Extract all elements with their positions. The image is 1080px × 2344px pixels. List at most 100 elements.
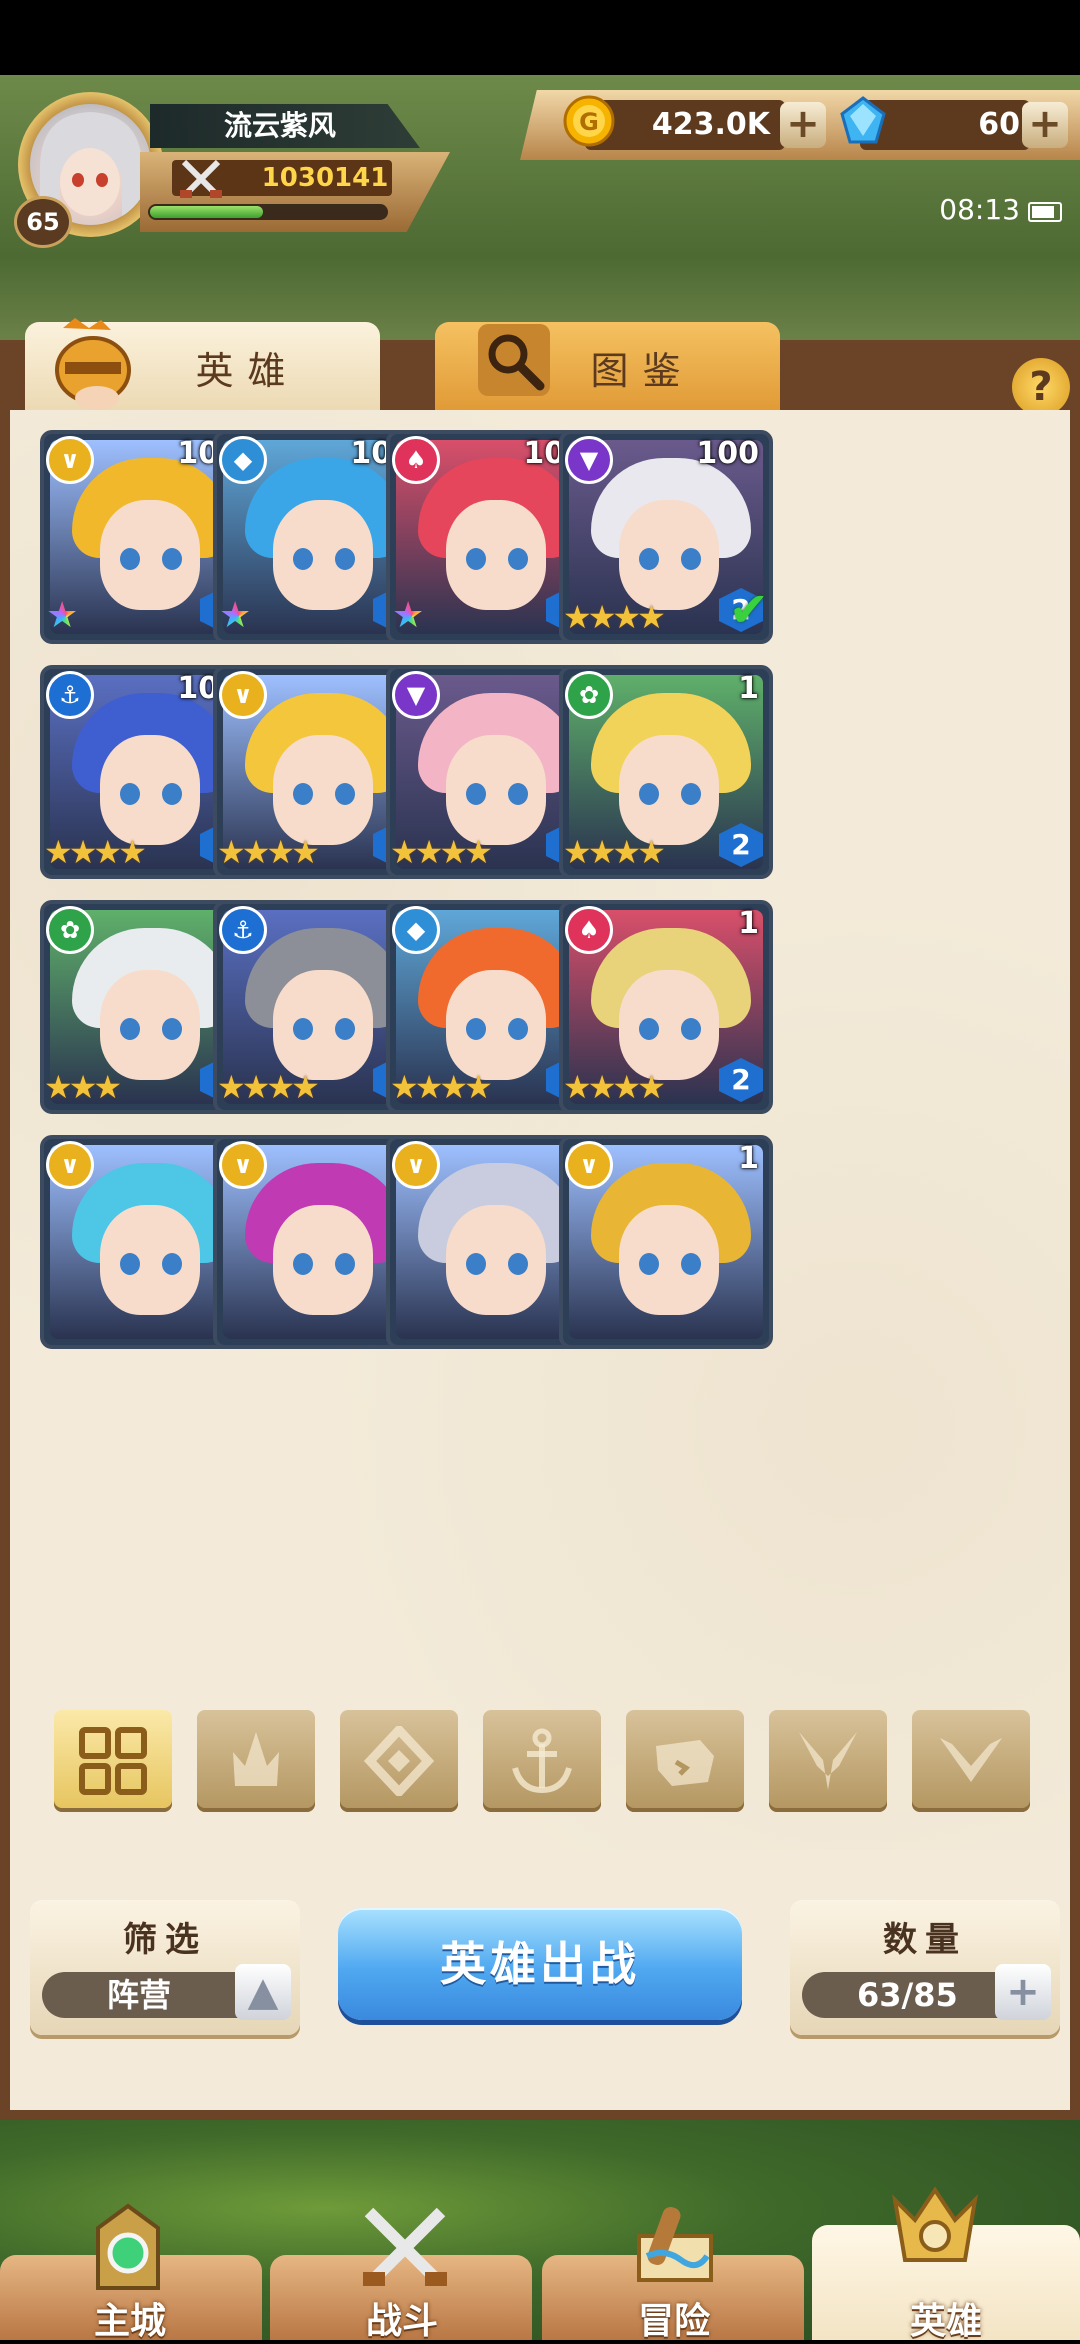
filter-nature-button[interactable] (626, 1710, 744, 1812)
nav-adventure-label: 冒险 (637, 2301, 710, 2342)
star-rating: ★★★★ (563, 1068, 666, 1106)
hero-face (446, 970, 546, 1080)
camp-nature-icon: ✿ (46, 906, 94, 954)
help-button[interactable]: ? (1012, 358, 1070, 416)
chevron-up-icon[interactable]: ▲ (235, 1964, 291, 2020)
hero-card[interactable]: ∨1 (559, 1135, 773, 1349)
camp-fire-icon: ♠ (565, 906, 613, 954)
hero-level: 1 (738, 1141, 759, 1176)
filter-water-button[interactable] (340, 1710, 458, 1812)
filter-title: 筛选 (123, 1920, 207, 1960)
hero-crest-icon (885, 2180, 985, 2280)
hero-level: 100 (696, 436, 759, 471)
add-gem-button[interactable]: + (1022, 102, 1068, 148)
hero-eye (681, 1253, 701, 1275)
camp-nature-icon: ✿ (565, 671, 613, 719)
hero-eye (681, 548, 701, 570)
hero-card[interactable]: ▼ 100 ★★★★ 2 ✔ (559, 430, 773, 644)
wings-icon (940, 1738, 1002, 1782)
filter-fire-button[interactable] (197, 1710, 315, 1812)
star-rating: ★★★★ (44, 833, 147, 871)
hero-eye (508, 783, 528, 805)
hero-face (619, 1205, 719, 1315)
star-rating: ★★★ (44, 1068, 122, 1106)
camp-fire-icon: ♠ (392, 436, 440, 484)
hero-face (100, 500, 200, 610)
hero-face (446, 500, 546, 610)
svg-text:G: G (579, 108, 599, 136)
player-name: 流云紫风 (223, 109, 336, 142)
check-icon: ✔ (728, 582, 769, 638)
hero-eye (335, 1018, 355, 1040)
camp-dark-icon: ▼ (392, 671, 440, 719)
filter-box: 筛选 阵营 ▲ (30, 1900, 300, 2035)
camp-sea-icon: ⚓ (219, 906, 267, 954)
hero-card[interactable]: ♠ 1 ★★★★ 2 (559, 900, 773, 1114)
deploy-heroes-button[interactable]: 英雄出战 (338, 1908, 742, 2020)
hero-count-box: 数量 63/85 + (790, 1900, 1060, 2035)
hero-eye (162, 783, 182, 805)
castle-icon (78, 2198, 178, 2298)
hero-face (619, 970, 719, 1080)
hero-eye (681, 1018, 701, 1040)
hero-face (273, 735, 373, 845)
hero-eye (508, 1253, 528, 1275)
hero-eye (162, 1018, 182, 1040)
diamond-icon (363, 1723, 435, 1799)
hero-eye (335, 548, 355, 570)
hero-face (273, 970, 373, 1080)
add-gold-button[interactable]: + (780, 102, 826, 148)
expand-capacity-button[interactable]: + (995, 1964, 1051, 2020)
hero-eye (120, 783, 140, 805)
camp-light-icon: ∨ (565, 1141, 613, 1189)
clock: 08:13 (939, 193, 1020, 226)
battery-icon (1028, 202, 1062, 222)
hero-eye (120, 548, 140, 570)
nav-heroes-label: 英雄 (909, 2301, 982, 2342)
count-title: 数量 (883, 1920, 967, 1960)
hero-eye (466, 1253, 486, 1275)
hero-eye (162, 1253, 182, 1275)
hero-eye (508, 1018, 528, 1040)
horns-icon (799, 1732, 857, 1790)
crossed-swords-icon (178, 156, 224, 200)
camp-light-icon: ∨ (219, 671, 267, 719)
magnifier-icon (478, 324, 550, 396)
filter-light-button[interactable] (912, 1710, 1030, 1812)
hero-eye (293, 783, 313, 805)
filter-dark-button[interactable] (769, 1710, 887, 1812)
nav-home-label: 主城 (93, 2301, 166, 2342)
hero-card[interactable]: ✿ 1 ★★★★ 2 (559, 665, 773, 879)
hero-face (446, 735, 546, 845)
camp-water-icon: ◆ (219, 436, 267, 484)
hero-eye (639, 548, 659, 570)
camp-light-icon: ∨ (392, 1141, 440, 1189)
filter-all-button[interactable] (54, 1710, 172, 1812)
gem-amount: 60 (978, 107, 1020, 142)
hero-face (619, 500, 719, 610)
hero-eye (508, 548, 528, 570)
star-rating: ★★★★ (390, 833, 493, 871)
grid-icon (79, 1727, 147, 1795)
hero-eye (293, 1253, 313, 1275)
nav-battle-label: 战斗 (365, 2301, 438, 2342)
hero-eye (120, 1018, 140, 1040)
camp-water-icon: ◆ (392, 906, 440, 954)
star-rating: ★★★★ (563, 598, 666, 636)
hero-eye (162, 548, 182, 570)
hero-face (100, 970, 200, 1080)
hero-face (100, 1205, 200, 1315)
hero-face (273, 500, 373, 610)
filter-sea-button[interactable] (483, 1710, 601, 1812)
hero-level: 1 (738, 671, 759, 706)
gold-amount: 423.0K (651, 107, 770, 142)
hero-eye (466, 783, 486, 805)
hero-face (273, 1205, 373, 1315)
camp-light-icon: ∨ (46, 436, 94, 484)
rainbow-star-icon: ★ (46, 596, 86, 636)
hero-face (100, 735, 200, 845)
hero-eye (681, 783, 701, 805)
beast-icon (656, 1740, 714, 1786)
flame-icon (233, 1732, 279, 1786)
crossed-swords-icon (355, 2198, 455, 2298)
